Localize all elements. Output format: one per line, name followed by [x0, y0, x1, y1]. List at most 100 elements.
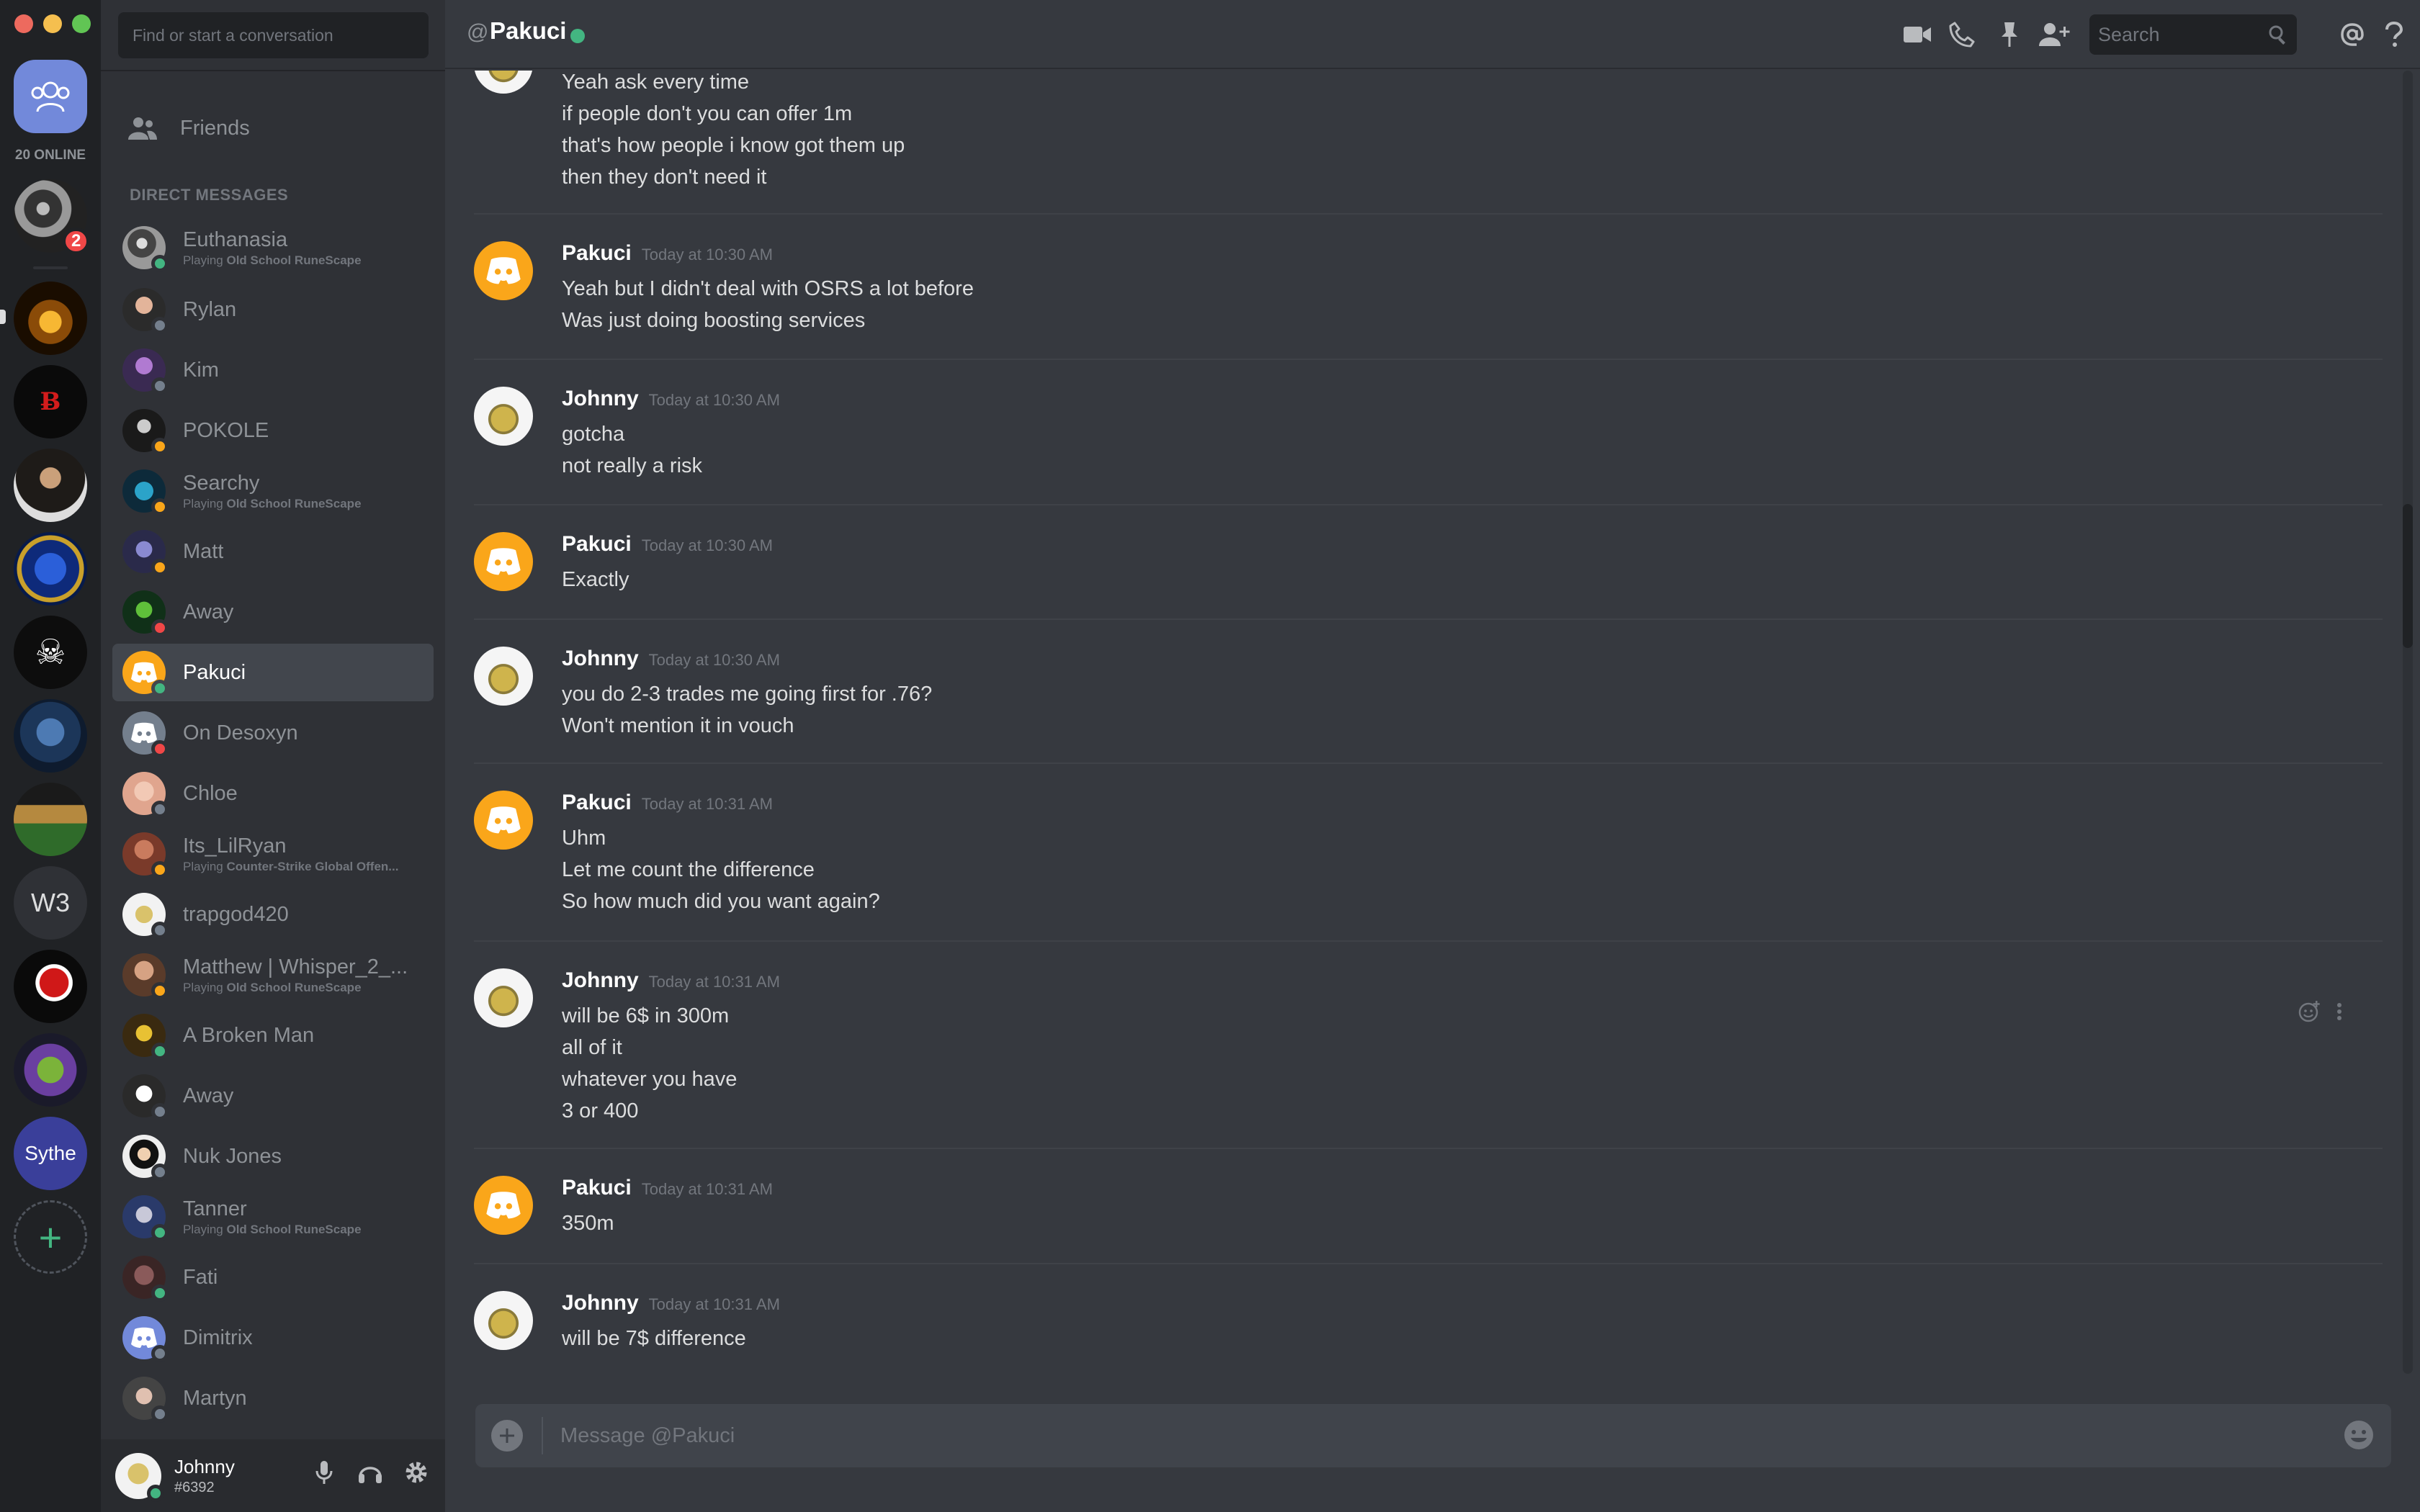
dm-activity: Playing Old School RuneScape: [183, 1223, 362, 1237]
window-maximize-button[interactable]: [72, 14, 91, 33]
server-icon-6[interactable]: ☠: [14, 616, 87, 689]
emoji-picker-button[interactable]: [2342, 1418, 2375, 1452]
message-author[interactable]: Pakuci: [562, 532, 632, 557]
avatar: [122, 1377, 169, 1423]
dm-item-away[interactable]: Away: [112, 583, 434, 641]
dm-name: Nuk Jones: [183, 1144, 282, 1168]
message-avatar[interactable]: [474, 647, 533, 706]
status-indicator: [151, 1345, 169, 1362]
mute-microphone-button[interactable]: [310, 1458, 339, 1487]
status-indicator: [151, 498, 169, 516]
friends-icon: [128, 117, 157, 140]
dm-name: Matt: [183, 539, 224, 563]
dm-item-nuk-jones[interactable]: Nuk Jones: [112, 1128, 434, 1185]
dm-item-searchy[interactable]: Searchy Playing Old School RuneScape: [112, 462, 434, 520]
dm-item-away[interactable]: Away: [112, 1067, 434, 1125]
message-author[interactable]: Johnny: [562, 1291, 639, 1315]
headphones-icon: [359, 1467, 382, 1483]
add-server-button[interactable]: +: [14, 1200, 87, 1274]
server-icon-sythe[interactable]: Sythe: [14, 1117, 87, 1190]
add-friend-to-dm-button[interactable]: [2038, 19, 2070, 50]
message-author[interactable]: Pakuci: [562, 1176, 632, 1200]
dm-item-tanner[interactable]: Tanner Playing Old School RuneScape: [112, 1188, 434, 1246]
server-icon-avalon[interactable]: [14, 1033, 87, 1107]
server-icon-8[interactable]: [14, 783, 87, 856]
dm-item-a-broken-man[interactable]: A Broken Man: [112, 1007, 434, 1064]
message-line: then they don't need it: [562, 166, 767, 189]
server-icon-4[interactable]: [14, 449, 87, 522]
dm-item-dimitrix[interactable]: Dimitrix: [112, 1309, 434, 1367]
dm-item-euthanasia[interactable]: Euthanasia Playing Old School RuneScape: [112, 219, 434, 276]
header-search-input[interactable]: Search: [2089, 14, 2297, 55]
message-timestamp: Today at 10:31 AM: [648, 1295, 780, 1313]
at-symbol: @: [467, 20, 489, 44]
help-button[interactable]: [2378, 19, 2410, 50]
dm-item-trapgod420[interactable]: trapgod420: [112, 886, 434, 943]
video-call-button[interactable]: [1901, 19, 1933, 50]
server-icon-3[interactable]: Ƀ: [14, 365, 87, 438]
dm-name: Chloe: [183, 781, 238, 805]
home-friends-button[interactable]: [14, 60, 87, 133]
discord-logo-icon: [486, 257, 521, 284]
message-list: Yeah ask every time if people don't you c…: [474, 71, 2383, 1374]
window-controls: [14, 14, 91, 33]
message-header: Johnny Today at 10:31 AM: [562, 968, 780, 993]
message-avatar[interactable]: [474, 791, 533, 850]
window-minimize-button[interactable]: [43, 14, 62, 33]
help-icon: [2385, 22, 2403, 47]
voice-call-button[interactable]: [1946, 19, 1978, 50]
dm-item-on-desoxyn[interactable]: On Desoxyn: [112, 704, 434, 762]
message-avatar[interactable]: [474, 71, 533, 94]
user-avatar[interactable]: [115, 1452, 164, 1502]
dm-item-pokole[interactable]: POKOLE: [112, 402, 434, 459]
dm-item-matt[interactable]: Matt: [112, 523, 434, 580]
server-icon-w3[interactable]: W3: [14, 866, 87, 940]
activity-game: Old School RuneScape: [226, 253, 362, 267]
window-close-button[interactable]: [14, 14, 33, 33]
message-avatar[interactable]: [474, 532, 533, 591]
dm-item-kim[interactable]: Kim: [112, 341, 434, 399]
more-options-icon[interactable]: [2335, 1000, 2344, 1023]
server-icon-7[interactable]: [14, 699, 87, 773]
server-icon-5[interactable]: [14, 532, 87, 606]
scrollbar-track[interactable]: [2403, 71, 2413, 1374]
message-avatar[interactable]: [474, 968, 533, 1027]
server-icon-10[interactable]: [14, 950, 87, 1023]
message-author[interactable]: Johnny: [562, 647, 639, 671]
pinned-messages-button[interactable]: [1994, 19, 2025, 50]
user-settings-button[interactable]: [402, 1458, 431, 1487]
header-search-placeholder: Search: [2098, 23, 2160, 45]
dm-item-chloe[interactable]: Chloe: [112, 765, 434, 822]
deafen-button[interactable]: [356, 1458, 385, 1487]
pin-icon: [2002, 22, 2017, 47]
message-avatar[interactable]: [474, 1176, 533, 1235]
message-author[interactable]: Johnny: [562, 968, 639, 993]
message-divider: [474, 1263, 2383, 1264]
status-indicator: [151, 1164, 169, 1181]
upload-button[interactable]: [491, 1420, 523, 1452]
dm-item-martyn[interactable]: Martyn: [112, 1369, 434, 1427]
server-icon-2[interactable]: [14, 282, 87, 355]
friends-nav-item[interactable]: Friends: [112, 102, 434, 154]
dm-sidebar: Find or start a conversation Friends DIR…: [101, 0, 445, 1512]
message-avatar[interactable]: [474, 1291, 533, 1350]
scrollbar-thumb[interactable]: [2403, 504, 2413, 648]
dm-item-pakuci[interactable]: Pakuci: [112, 644, 434, 701]
dm-item-matthew-whisper-2[interactable]: Matthew | Whisper_2_... Playing Old Schoo…: [112, 946, 434, 1004]
message-avatar[interactable]: [474, 387, 533, 446]
message-author[interactable]: Johnny: [562, 387, 639, 411]
mentions-button[interactable]: [2336, 19, 2368, 50]
message-author[interactable]: Pakuci: [562, 241, 632, 266]
status-indicator: [151, 922, 169, 939]
dm-name: trapgod420: [183, 902, 289, 926]
dm-item-rylan[interactable]: Rylan: [112, 281, 434, 338]
find-conversation-button[interactable]: Find or start a conversation: [118, 12, 429, 58]
add-reaction-icon[interactable]: [2298, 1000, 2321, 1023]
message-avatar[interactable]: [474, 241, 533, 300]
dm-item-its-lilryan[interactable]: Its_LilRyan Playing Counter-Strike Global…: [112, 825, 434, 883]
message-timestamp: Today at 10:30 AM: [648, 391, 780, 409]
message-author[interactable]: Pakuci: [562, 791, 632, 815]
message-input[interactable]: [560, 1414, 2275, 1457]
message-line: you do 2-3 trades me going first for .76…: [562, 683, 933, 706]
dm-item-fati[interactable]: Fati: [112, 1248, 434, 1306]
